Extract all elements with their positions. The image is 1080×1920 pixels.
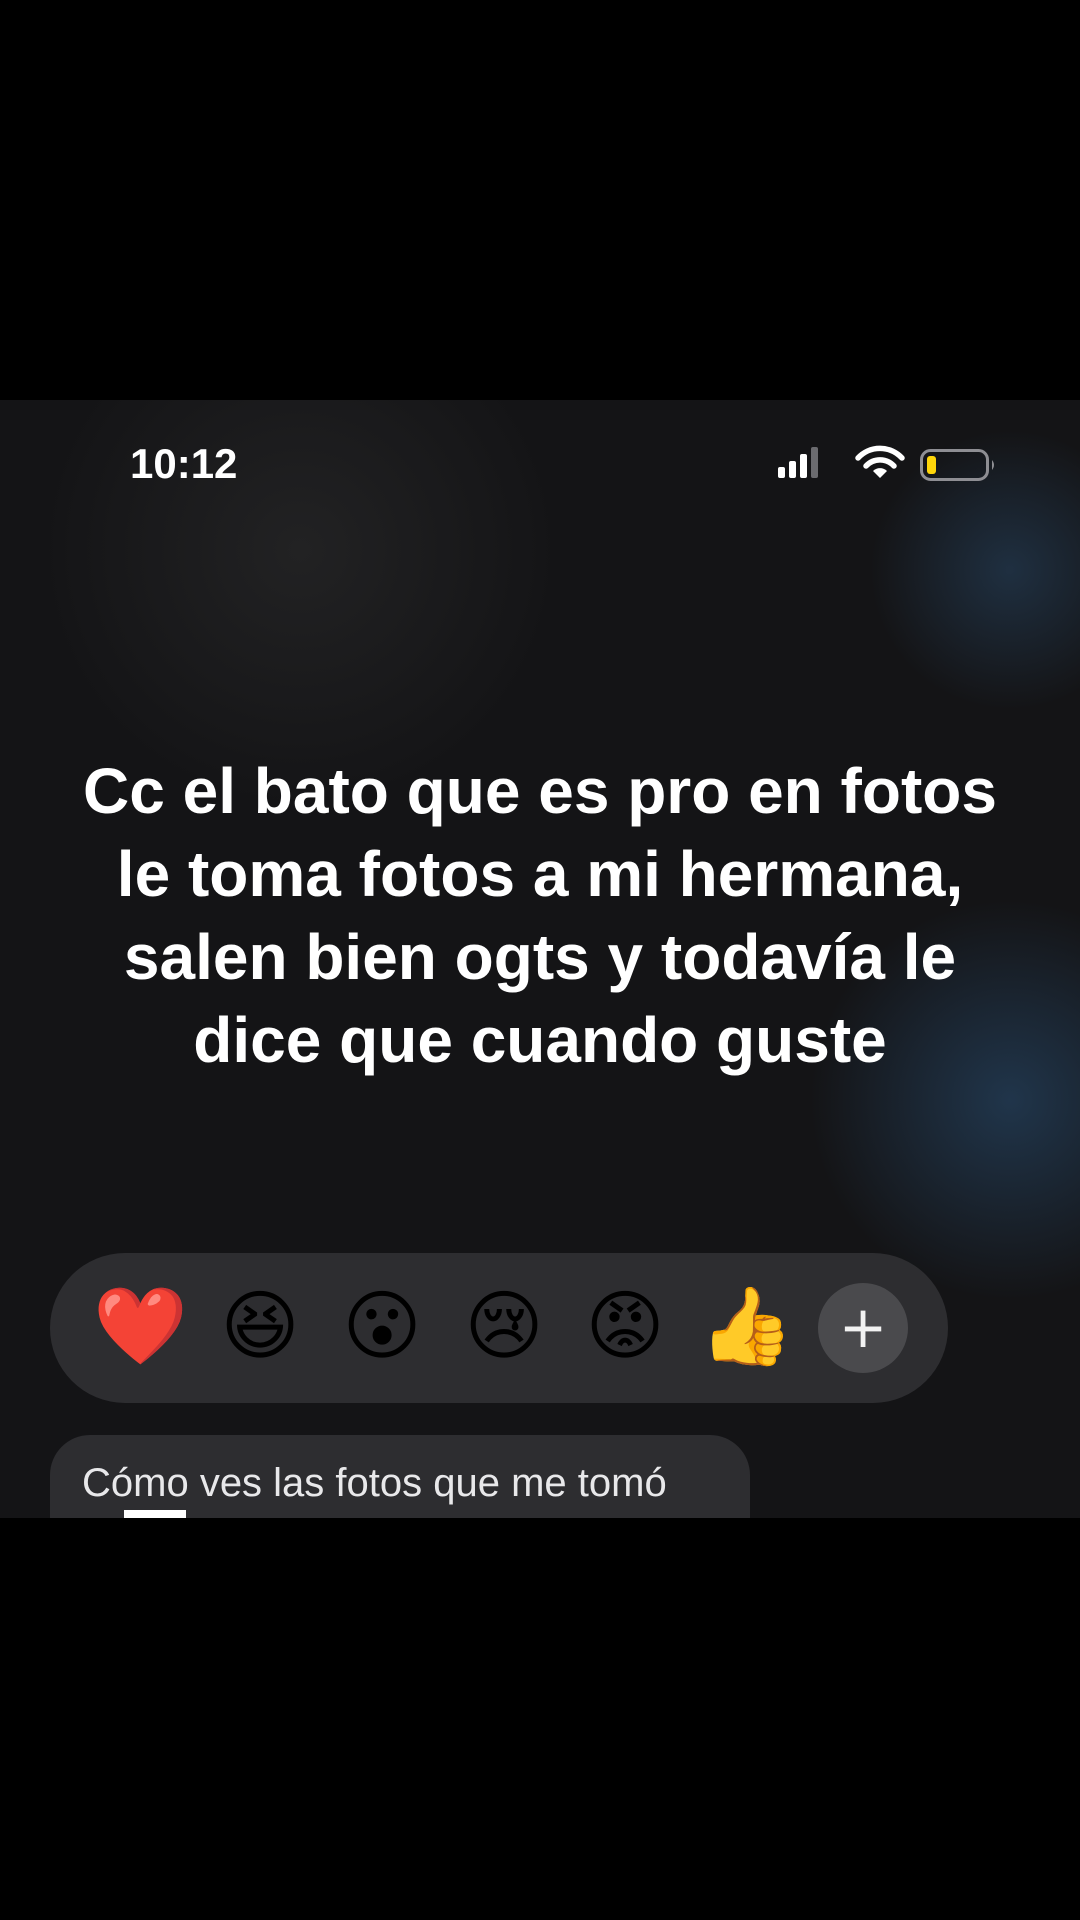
surprised-reaction-icon[interactable]: 😮 (337, 1281, 427, 1371)
add-reaction-button[interactable]: + (818, 1283, 908, 1373)
status-icons (778, 445, 994, 481)
status-time: 10:12 (130, 440, 238, 487)
laughing-reaction-icon[interactable]: 😆 (215, 1281, 305, 1371)
phone-screen: 10:12 Cc el bato que es pro en fotos le … (0, 400, 1080, 1518)
bottom-letterbox (0, 1518, 1080, 1920)
battery-low-icon (920, 449, 994, 481)
heart-reaction-icon[interactable]: ❤️ (93, 1281, 188, 1371)
message-bubble[interactable]: Cómo ves las fotos que me tomó (50, 1435, 750, 1518)
top-letterbox (0, 0, 1080, 400)
reaction-bar: ❤️ 😆 😮 😢 😡 👍 + (50, 1253, 948, 1403)
wifi-icon (855, 445, 905, 478)
crying-reaction-icon[interactable]: 😢 (459, 1281, 549, 1371)
cellular-signal-icon (778, 447, 818, 478)
text-selection-marker (124, 1510, 186, 1518)
thumbs-up-reaction-icon[interactable]: 👍 (699, 1281, 794, 1371)
caption-text: Cc el bato que es pro en fotos le toma f… (83, 755, 997, 1076)
angry-reaction-icon[interactable]: 😡 (580, 1281, 670, 1371)
message-text: Cómo ves las fotos que me tomó (82, 1461, 667, 1505)
